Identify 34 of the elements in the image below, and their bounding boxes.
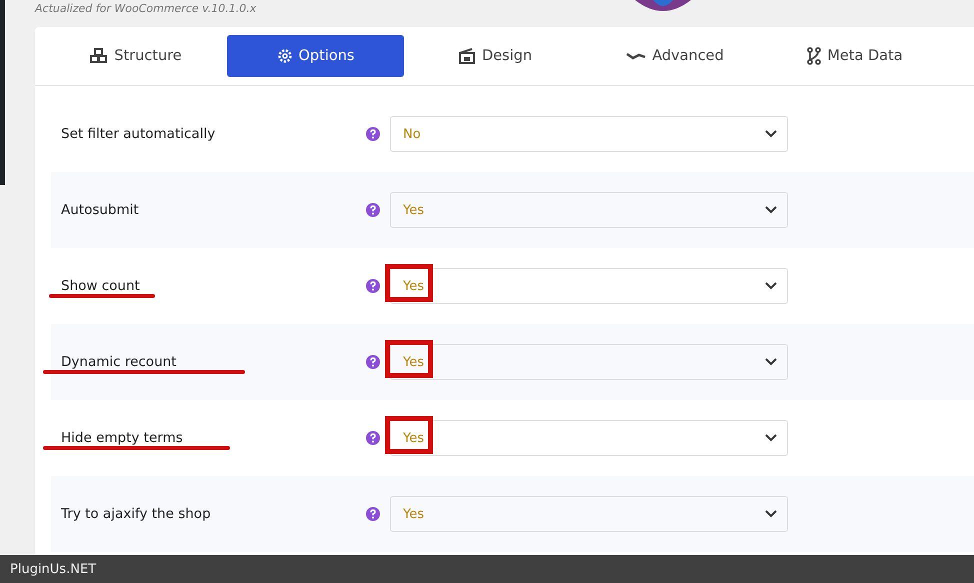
option-label: Set filter automatically: [61, 126, 216, 142]
option-label: Autosubmit: [61, 202, 139, 218]
tab[interactable]: Options: [227, 35, 404, 77]
option-label: Dynamic recount: [61, 354, 176, 370]
help-icon[interactable]: [366, 279, 380, 293]
logo-icon: [635, 0, 691, 14]
select-field[interactable]: No: [390, 116, 788, 152]
chevron-icon: [765, 130, 777, 138]
tab[interactable]: Meta Data: [766, 35, 944, 77]
chevron-icon: [765, 206, 777, 214]
chevron-icon: [765, 358, 777, 366]
tab[interactable]: Design: [406, 35, 584, 77]
help-icon[interactable]: [366, 203, 380, 217]
frame-icon: [458, 48, 476, 64]
help-icon[interactable]: [366, 507, 380, 521]
gear-icon: [276, 48, 293, 64]
chevron-icon: [765, 434, 777, 442]
option-label: Show count: [61, 278, 140, 294]
tab[interactable]: Structure: [47, 35, 225, 77]
nodes-icon: [807, 47, 822, 65]
site-name: PluginUs.NET: [10, 562, 96, 576]
tab[interactable]: Advanced: [586, 35, 764, 77]
chevron-icon: [765, 510, 777, 518]
help-icon[interactable]: [366, 431, 380, 445]
help-icon[interactable]: [366, 355, 380, 369]
version-note: Actualized for WooCommerce v.10.1.0.x: [35, 2, 256, 15]
wave-icon: [626, 51, 646, 61]
cubes-icon: [90, 48, 108, 64]
help-icon[interactable]: [366, 127, 380, 141]
select-field[interactable]: Yes: [390, 192, 788, 228]
chevron-icon: [765, 282, 777, 290]
option-label: Hide empty terms: [61, 430, 183, 446]
select-field[interactable]: Yes: [390, 496, 788, 532]
option-label: Try to ajaxify the shop: [61, 506, 211, 522]
